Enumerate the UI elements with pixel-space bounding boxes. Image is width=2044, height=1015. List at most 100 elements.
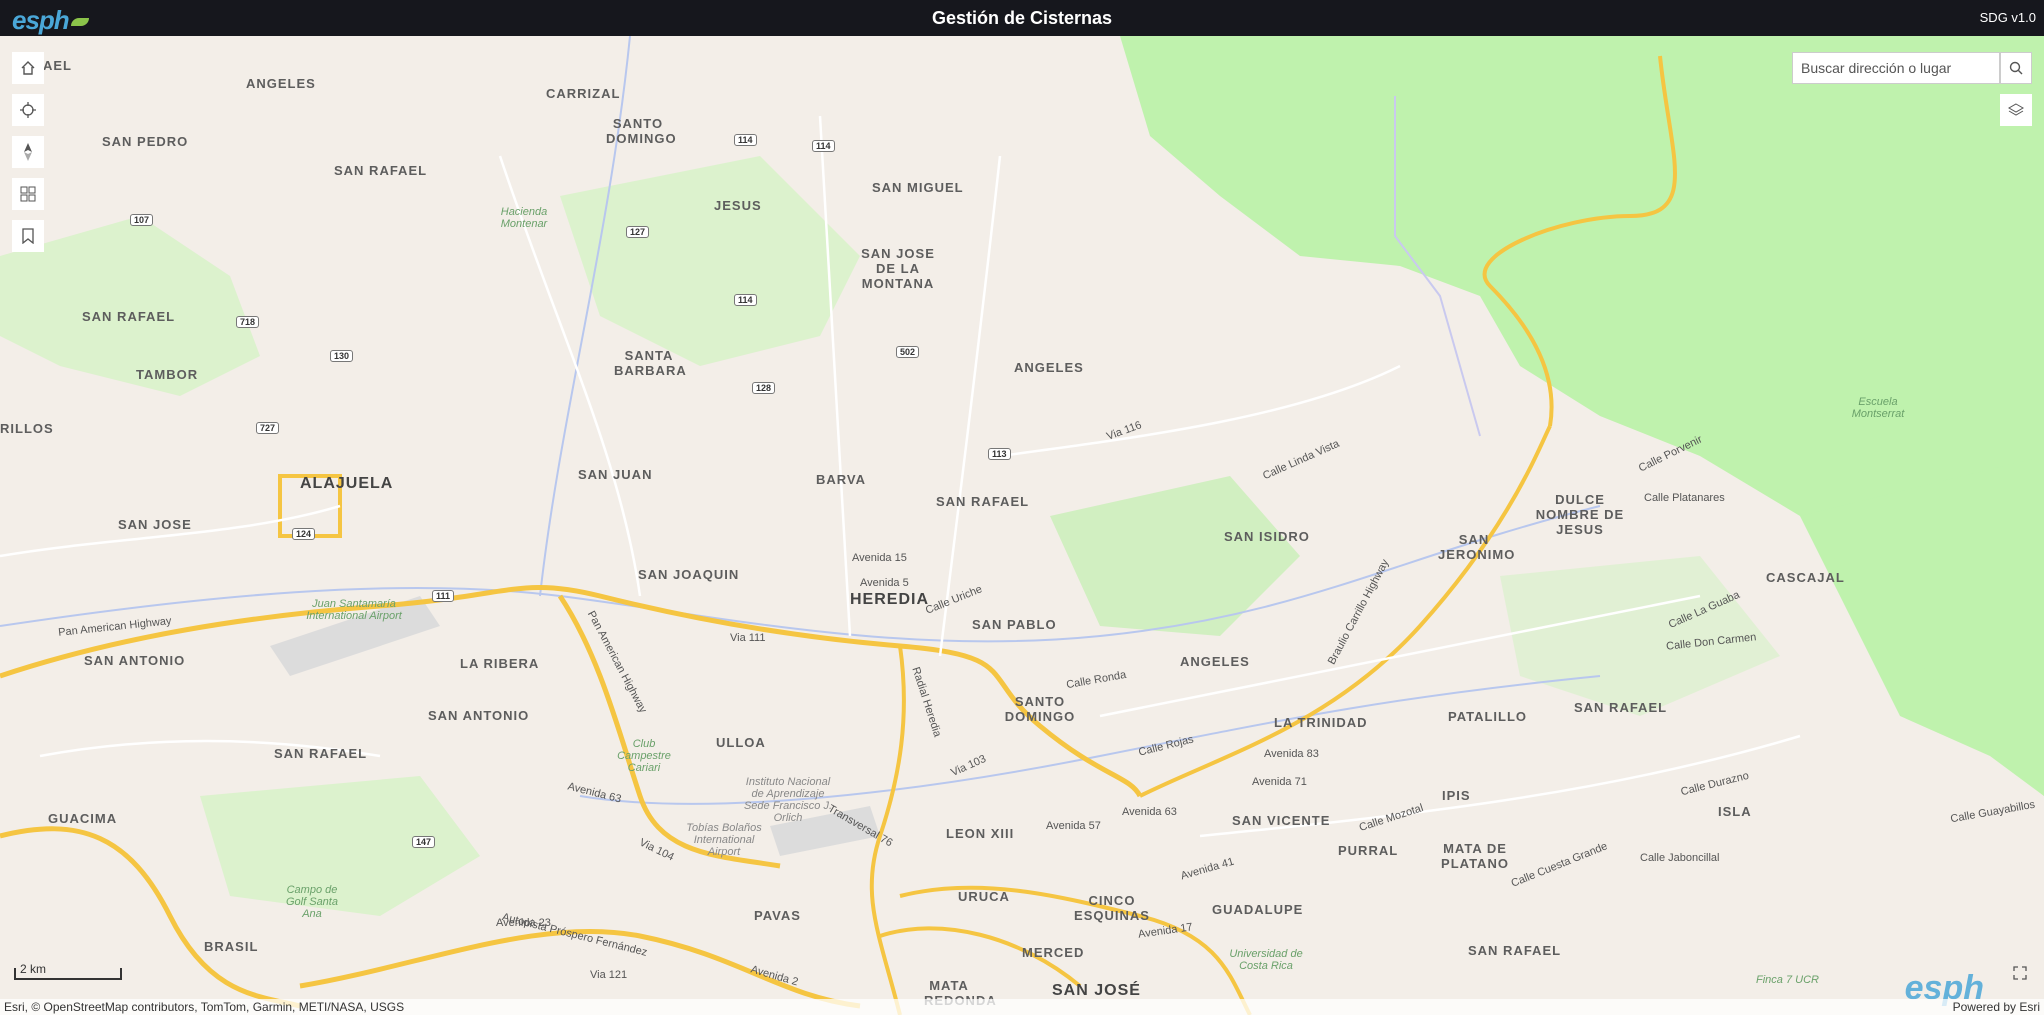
place-label: SAN ANTONIO — [84, 653, 186, 668]
search-button[interactable] — [2000, 52, 2032, 84]
place-label: HEREDIA — [850, 591, 930, 608]
place-label: URUCA — [958, 889, 1010, 904]
poi-label: Hacienda Montenar — [500, 206, 548, 230]
layer-list-button[interactable] — [2000, 94, 2032, 126]
road-label: Calle Platanares — [1644, 492, 1725, 504]
place-label: BARVA — [816, 472, 867, 487]
place-label: DULCE NOMBRE DE JESUS — [1535, 492, 1625, 537]
place-label: SAN RAFAEL — [274, 746, 368, 761]
place-label: IPIS — [1442, 788, 1471, 803]
place-label: SAN JOSE — [118, 517, 192, 532]
scale-bar: 2 km — [14, 962, 122, 980]
powered-by-link[interactable]: Powered by Esri — [1953, 1000, 2040, 1014]
place-label: ULLOA — [716, 735, 766, 750]
place-label: LEON XIII — [946, 826, 1015, 841]
place-label: SAN ANTONIO — [428, 708, 530, 723]
basemap-gallery-icon — [20, 186, 36, 202]
place-label: ISLA — [1718, 804, 1752, 819]
route-shield: 111 — [432, 590, 455, 602]
road-label: Avenida 71 — [1252, 776, 1307, 788]
place-label: CASCAJAL — [1766, 570, 1845, 585]
home-button[interactable] — [12, 52, 44, 84]
road-label: Avenida 83 — [1264, 748, 1319, 760]
compass-button[interactable] — [12, 136, 44, 168]
place-label: PAVAS — [754, 908, 801, 923]
bookmark-icon — [22, 228, 34, 244]
road-label: Via 121 — [590, 969, 628, 981]
route-shield: 114 — [812, 140, 835, 152]
version-label: SDG v1.0 — [1979, 10, 2036, 25]
route-shield: 718 — [236, 316, 260, 328]
road-label: Avenida 57 — [1046, 820, 1101, 832]
locate-button[interactable] — [12, 94, 44, 126]
place-label: SAN ISIDRO — [1224, 529, 1310, 544]
place-label: GUACIMA — [48, 811, 118, 826]
locate-icon — [20, 102, 36, 118]
poi-label: Campo de Golf Santa Ana — [286, 884, 338, 920]
road-label: Calle Jaboncillal — [1640, 852, 1720, 864]
poi-label: Universidad de Costa Rica — [1229, 948, 1303, 972]
place-label: SAN RAFAEL — [1468, 943, 1562, 958]
road-label: Via 111 — [730, 632, 766, 644]
place-label: SAN JUAN — [578, 467, 653, 482]
place-label: SAN JERONIMO — [1438, 532, 1516, 562]
place-label: ALAJUELA — [300, 475, 394, 492]
place-label: ANGELES — [1180, 654, 1250, 669]
map-view[interactable]: RAFAEL ANGELES CARRIZAL SANTO DOMINGO JE… — [0, 36, 2044, 1015]
route-shield: 147 — [412, 836, 436, 848]
road-label: Avenida 15 — [852, 552, 907, 564]
search-input[interactable]: Buscar dirección o lugar — [1792, 52, 2000, 84]
basemap-gallery-button[interactable] — [12, 178, 44, 210]
route-shield: 130 — [330, 350, 354, 362]
place-label: JESUS — [714, 198, 762, 213]
place-label: ANGELES — [1014, 360, 1084, 375]
poi-label: Finca 7 UCR — [1756, 974, 1819, 986]
place-label: SAN JOAQUIN — [638, 567, 740, 582]
route-shield: 502 — [896, 346, 920, 358]
bookmarks-button[interactable] — [12, 220, 44, 252]
road-label: Avenida 63 — [1122, 806, 1177, 818]
attribution-bar: Esri, © OpenStreetMap contributors, TomT… — [0, 999, 2044, 1015]
app-header: esph Gestión de Cisternas SDG v1.0 — [0, 0, 2044, 36]
place-label: SAN MIGUEL — [872, 180, 964, 195]
place-label: SAN RAFAEL — [936, 494, 1030, 509]
compass-icon — [24, 143, 32, 161]
place-label: SAN RAFAEL — [1574, 700, 1668, 715]
place-label: SAN VICENTE — [1232, 813, 1331, 828]
scale-label: 2 km — [20, 962, 47, 976]
basemap — [0, 36, 2044, 1015]
place-label: SAN JOSE DE LA MONTANA — [861, 246, 935, 291]
place-label: MERCED — [1022, 945, 1085, 960]
layers-icon — [2008, 103, 2024, 116]
place-label: SANTA BARBARA — [614, 348, 687, 378]
poi-label: Club Campestre Cariari — [617, 738, 671, 774]
place-label: LA TRINIDAD — [1274, 715, 1368, 730]
esph-logo: esph — [12, 5, 89, 36]
place-label: MATA DE PLATANO — [1441, 841, 1509, 871]
route-shield: 128 — [752, 382, 776, 394]
place-label: SAN JOSÉ — [1052, 982, 1141, 999]
place-label: TAMBOR — [136, 367, 199, 382]
place-label: SAN RAFAEL — [82, 309, 176, 324]
expand-icon — [2013, 966, 2027, 980]
place-label: SANTO DOMINGO — [606, 116, 677, 146]
route-shield: 127 — [626, 226, 650, 238]
poi-label: Juan Santamaría International Airport — [306, 598, 402, 622]
poi-label: Instituto Nacional de Aprendizaje Sede F… — [743, 776, 833, 824]
place-label: PURRAL — [1338, 843, 1399, 858]
attribution-text: Esri, © OpenStreetMap contributors, TomT… — [4, 1000, 405, 1014]
place-label: SAN PEDRO — [102, 134, 189, 149]
place-label: GUADALUPE — [1212, 902, 1304, 917]
place-label: SAN PABLO — [972, 617, 1057, 632]
fullscreen-button[interactable] — [2004, 957, 2036, 989]
place-label: CARRIZAL — [546, 86, 621, 101]
route-shield: 727 — [256, 422, 280, 434]
place-label: PATALILLO — [1448, 709, 1528, 724]
road-label: Avenida 5 — [860, 577, 909, 589]
route-shield: 113 — [988, 448, 1011, 460]
search-icon — [2009, 61, 2023, 75]
place-label: SANTO DOMINGO — [1004, 694, 1076, 724]
home-icon — [21, 61, 35, 75]
poi-label: Escuela Montserrat — [1851, 396, 1905, 420]
route-shield: 107 — [130, 214, 154, 226]
